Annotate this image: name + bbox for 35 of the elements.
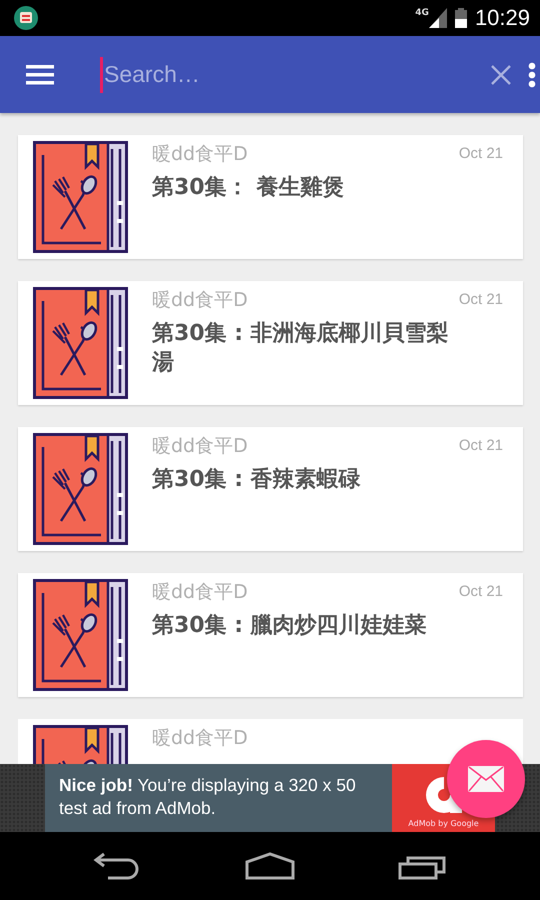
source-label: 暖dd食平D <box>152 142 249 167</box>
cookbook-icon <box>33 433 128 545</box>
date-label: Oct 21 <box>458 583 503 600</box>
source-label: 暖dd食平D <box>152 288 249 313</box>
clock-time: 10:29 <box>474 5 530 31</box>
episode-card[interactable]: 暖dd食平D Oct 21 第30集： 養生雞煲 <box>18 135 523 259</box>
episode-card[interactable]: 暖dd食平D Oct 21 第30集 : 非洲海底椰川貝雪梨湯 <box>18 281 523 405</box>
episode-title: 第30集： 養生雞煲 <box>152 174 346 202</box>
menu-icon <box>26 64 54 86</box>
more-icon <box>528 62 536 88</box>
network-label: 4G <box>415 8 429 18</box>
source-label: 暖dd食平D <box>152 580 249 605</box>
episode-card[interactable]: 暖dd食平D Oct 21 第30集 : 香辣素蝦碌 <box>18 427 523 551</box>
app-icon <box>14 6 38 30</box>
cookbook-icon <box>33 579 128 691</box>
ad-message: Nice job! You’re displaying a 320 x 50 test ad from AdMob. <box>45 764 392 832</box>
cookbook-icon <box>33 141 128 253</box>
ad-brand: AdMob by Google <box>408 819 479 828</box>
episode-card[interactable]: 暖dd食平D Oct 21 第30集 : 臘肉炒四川娃娃菜 <box>18 573 523 697</box>
battery-icon <box>454 8 467 28</box>
home-button[interactable] <box>244 852 295 880</box>
home-icon <box>244 852 295 880</box>
date-label: Oct 21 <box>458 145 503 162</box>
episode-title: 第30集 : 香辣素蝦碌 <box>152 466 362 494</box>
cookbook-icon <box>33 287 128 399</box>
signal-icon <box>428 8 447 28</box>
close-icon <box>490 64 512 86</box>
episode-title: 第30集 : 臘肉炒四川娃娃菜 <box>152 612 428 640</box>
text-cursor <box>100 56 103 92</box>
envelope-icon <box>468 766 504 792</box>
source-label: 暖dd食平D <box>152 434 249 459</box>
episode-title: 第30集 : 非洲海底椰川貝雪梨湯 <box>152 320 450 377</box>
date-label: Oct 21 <box>458 437 503 454</box>
source-label: 暖dd食平D <box>152 726 249 751</box>
date-label: Oct 21 <box>458 291 503 308</box>
